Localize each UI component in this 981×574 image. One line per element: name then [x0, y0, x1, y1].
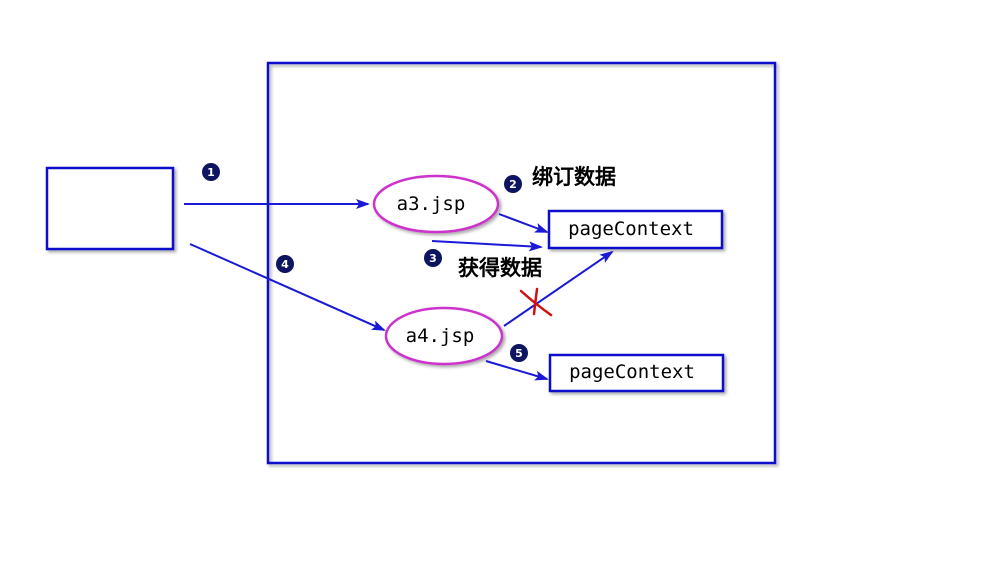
- step-badge-1: 1: [202, 163, 220, 181]
- svg-text:5: 5: [515, 347, 523, 360]
- arrow-a4-to-pagecontext-2: [485, 360, 549, 381]
- arrow-pagecontext-to-a3: [431, 240, 543, 252]
- svg-text:3: 3: [429, 252, 437, 265]
- svg-text:4: 4: [281, 258, 289, 271]
- arrow-a3-to-pagecontext: [498, 213, 549, 233]
- jsp-scope-diagram: a3.jsp a4.jsp pageContext pageContext 绑订…: [45, 61, 777, 465]
- a4-jsp-label: a4.jsp: [406, 325, 475, 347]
- step-badge-3: 3: [424, 249, 442, 267]
- a3-jsp-label: a3.jsp: [397, 193, 466, 215]
- svg-text:1: 1: [207, 166, 215, 179]
- get-data-annotation: 获得数据: [458, 256, 542, 280]
- bind-data-annotation: 绑订数据: [532, 165, 616, 189]
- page-context-label-1: pageContext: [568, 218, 694, 240]
- step-badge-4: 4: [276, 255, 294, 273]
- svg-text:2: 2: [509, 178, 517, 191]
- step-badge-2: 2: [504, 175, 522, 193]
- page-context-label-2: pageContext: [569, 361, 695, 383]
- step-badge-5: 5: [510, 344, 528, 362]
- client-box: [45, 166, 175, 251]
